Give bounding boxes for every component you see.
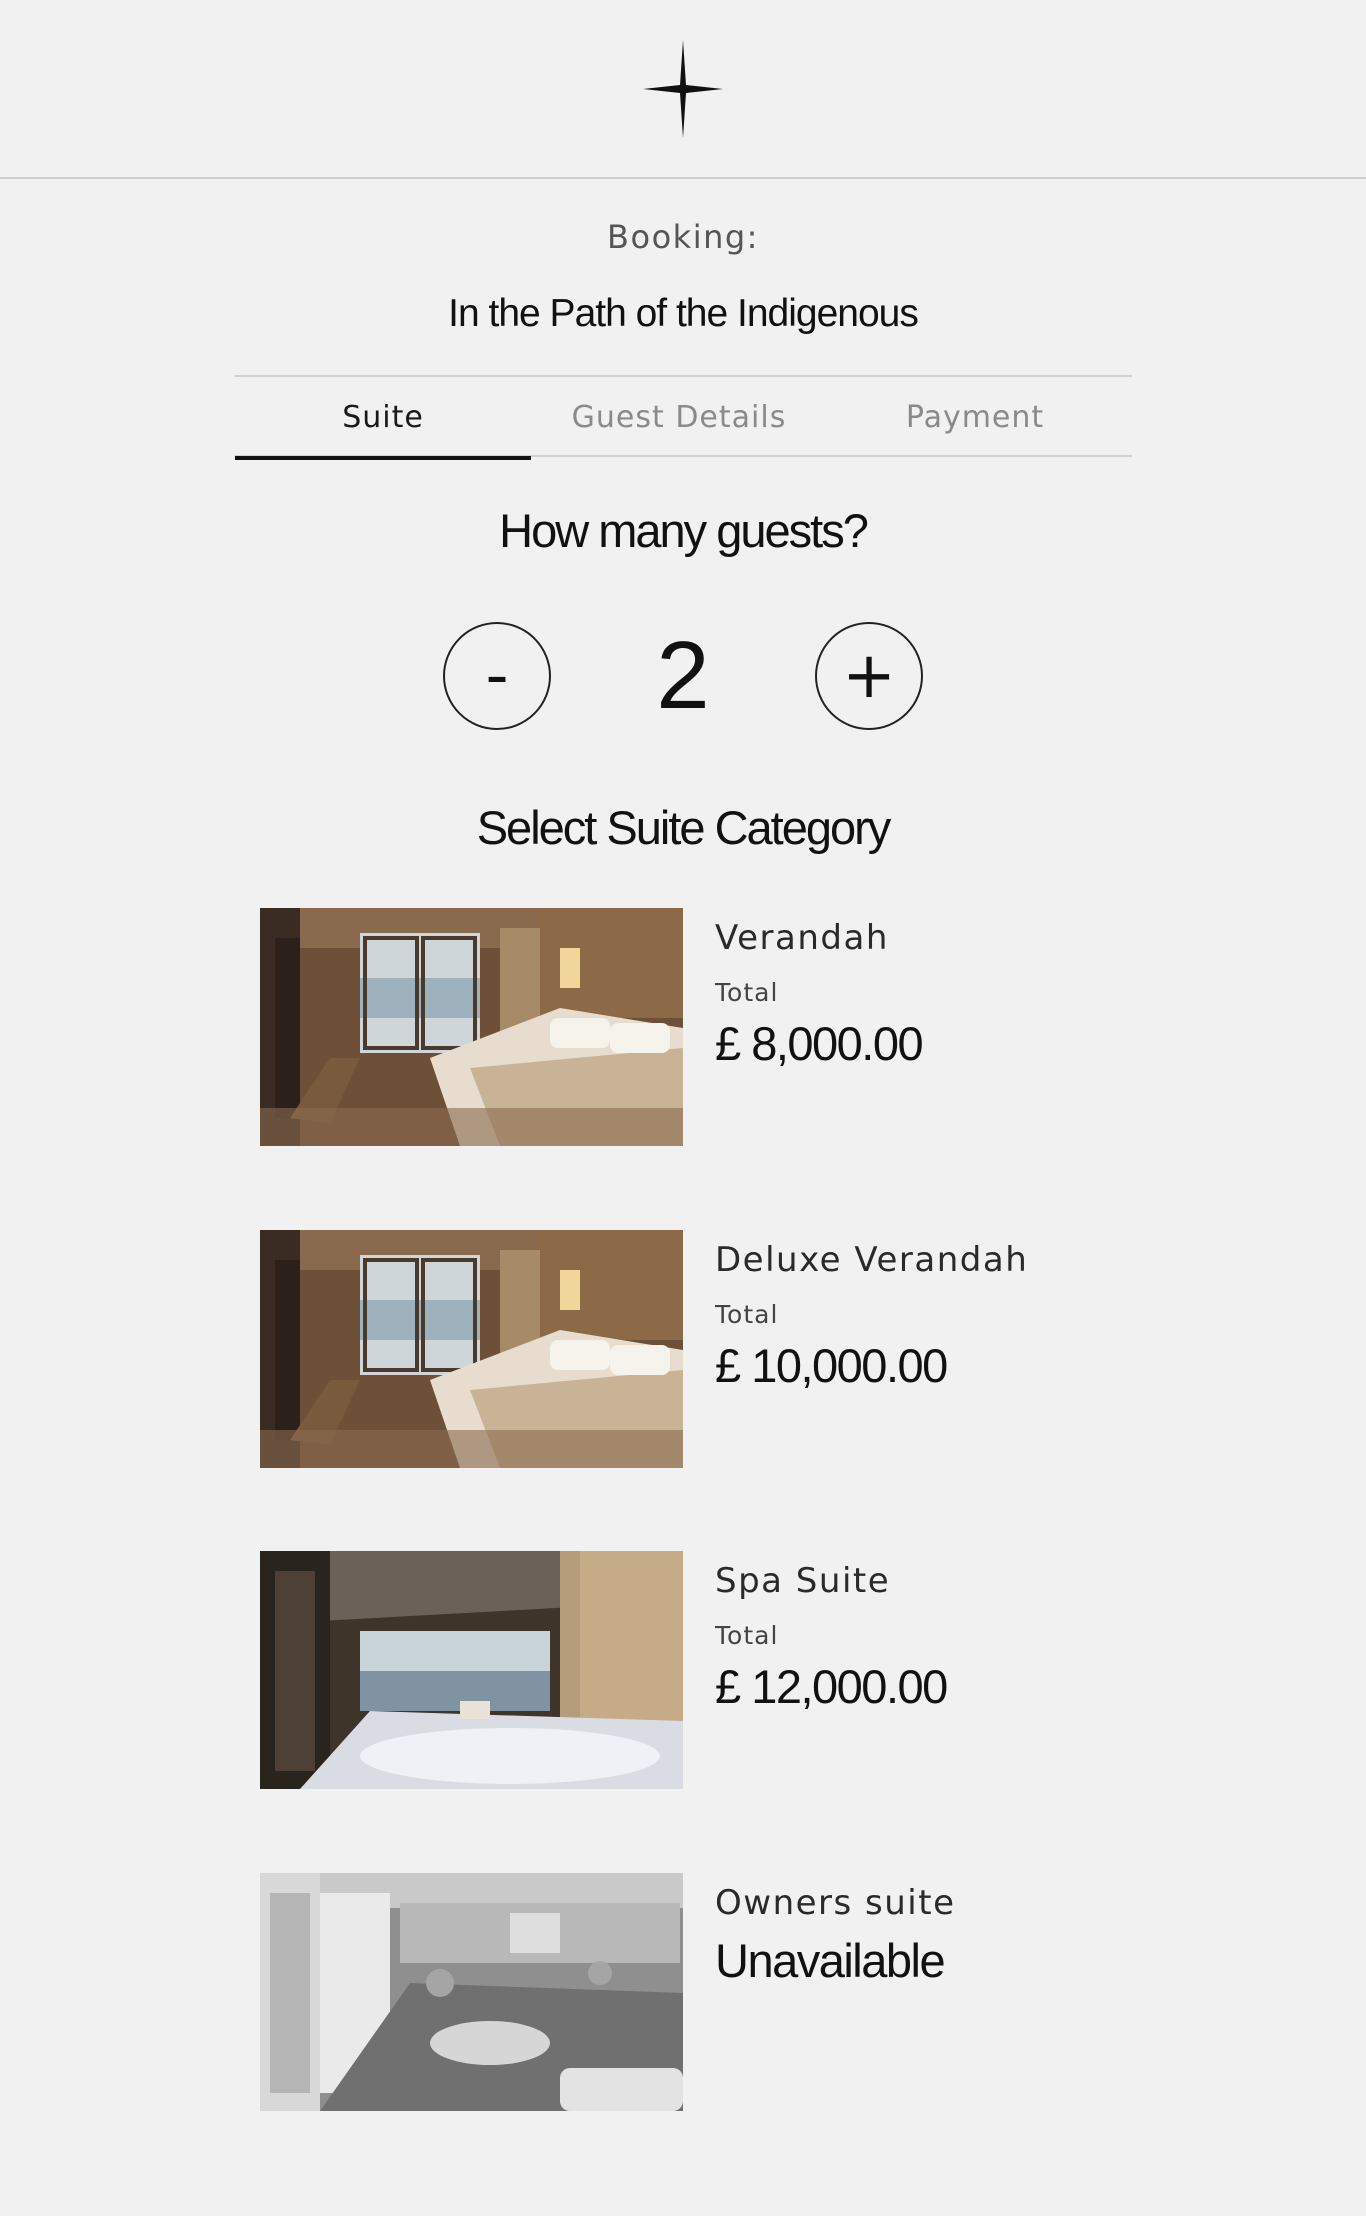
suite-price: £ 10,000.00: [715, 1339, 948, 1392]
suite-photo: [260, 1230, 683, 1468]
four-point-star-icon[interactable]: [643, 39, 723, 138]
spa-suite-bath-photo: [260, 1551, 683, 1789]
total-label: Total: [715, 978, 779, 1007]
total-label: Total: [715, 1621, 779, 1650]
tab-payment[interactable]: Payment: [827, 377, 1123, 457]
stateroom-bedroom-photo: [260, 1230, 683, 1468]
decrement-guests-button[interactable]: -: [443, 622, 551, 730]
guest-count: 2: [656, 622, 710, 729]
unavailable-status: Unavailable: [715, 1934, 946, 1987]
booking-label: Booking:: [607, 218, 759, 256]
tab-guest-details[interactable]: Guest Details: [531, 377, 827, 457]
booking-steps-tabs: Suite Guest Details Payment: [235, 375, 1132, 460]
guests-question: How many guests?: [499, 504, 869, 557]
suite-option-verandah[interactable]: Verandah Total £ 8,000.00: [260, 908, 1130, 1146]
total-label: Total: [715, 1300, 779, 1329]
suite-price: £ 8,000.00: [715, 1017, 924, 1070]
suite-photo: [260, 1873, 683, 2111]
increment-guests-button[interactable]: +: [815, 622, 923, 730]
suite-photo: [260, 1551, 683, 1789]
select-suite-title: Select Suite Category: [476, 801, 892, 854]
suite-photo: [260, 908, 683, 1146]
suite-name: Deluxe Verandah: [715, 1240, 1029, 1280]
suite-option-spa-suite[interactable]: Spa Suite Total £ 12,000.00: [260, 1551, 1130, 1789]
top-bar: [0, 0, 1366, 179]
tab-suite[interactable]: Suite: [235, 377, 531, 460]
stateroom-bedroom-photo: [260, 908, 683, 1146]
suite-option-deluxe-verandah[interactable]: Deluxe Verandah Total £ 10,000.00: [260, 1230, 1130, 1468]
suite-name: Owners suite: [715, 1883, 956, 1923]
suite-name: Spa Suite: [715, 1561, 891, 1601]
owners-suite-lounge-photo: [260, 1873, 683, 2111]
suite-option-owners-suite: Owners suite Unavailable: [260, 1873, 1130, 2111]
trip-title: In the Path of the Indigenous: [448, 292, 919, 335]
suite-price: £ 12,000.00: [715, 1660, 948, 1713]
suite-name: Verandah: [715, 918, 889, 958]
